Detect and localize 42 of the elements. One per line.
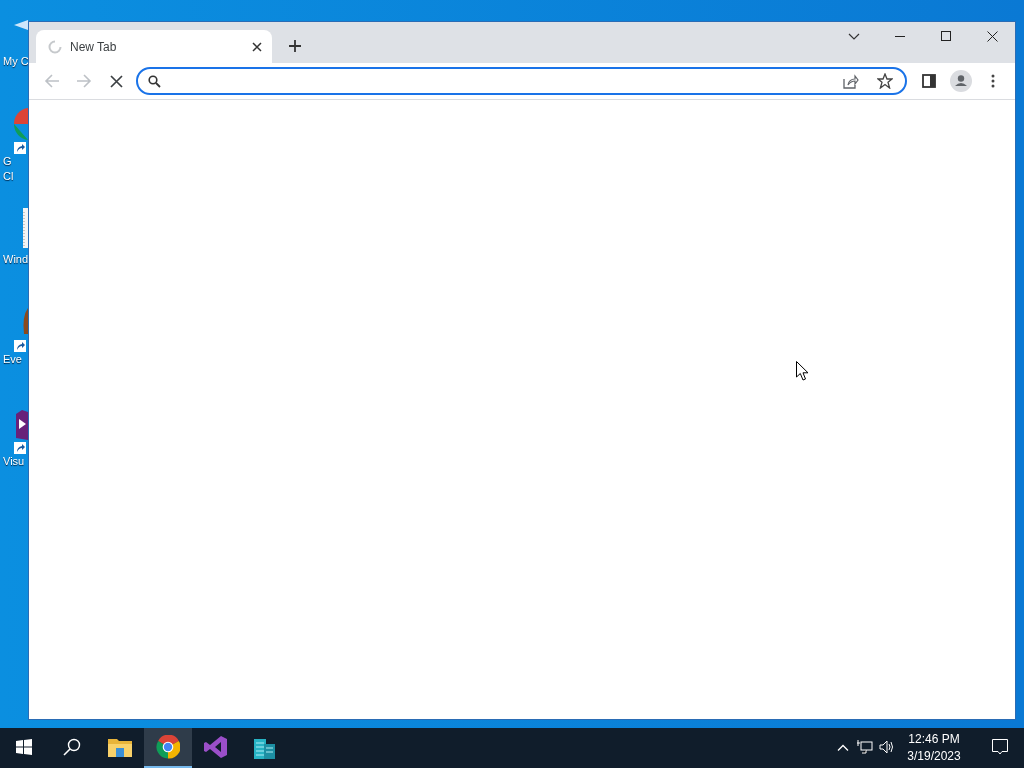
shortcut-arrow-icon bbox=[14, 442, 26, 454]
folder-icon bbox=[108, 737, 132, 757]
loading-spinner-icon bbox=[48, 39, 62, 54]
close-icon bbox=[109, 74, 123, 88]
forward-arrow-icon bbox=[76, 73, 92, 89]
search-icon bbox=[63, 738, 81, 756]
close-tab-button[interactable] bbox=[250, 39, 264, 54]
windows-logo-icon bbox=[16, 739, 32, 755]
network-icon bbox=[857, 739, 873, 755]
icon-label: G bbox=[2, 154, 12, 169]
clock[interactable]: 12:46 PM 3/19/2023 bbox=[898, 728, 970, 768]
chevron-down-icon bbox=[848, 32, 860, 40]
search-icon bbox=[148, 74, 161, 88]
close-icon bbox=[986, 30, 998, 42]
chrome-logo-icon bbox=[156, 735, 180, 759]
share-icon bbox=[843, 73, 859, 89]
icon-label: Visu bbox=[2, 454, 25, 469]
maximize-icon bbox=[941, 31, 951, 41]
close-icon bbox=[252, 41, 262, 52]
minimize-icon bbox=[895, 35, 905, 37]
visual-studio-icon bbox=[204, 735, 228, 759]
star-icon bbox=[877, 73, 893, 89]
shortcut-arrow-icon bbox=[14, 142, 26, 154]
plus-icon bbox=[289, 40, 301, 52]
kebab-menu-icon bbox=[991, 74, 995, 88]
speaker-icon bbox=[879, 740, 895, 754]
speech-bubble-icon bbox=[992, 739, 1008, 755]
mouse-pointer-icon bbox=[796, 361, 809, 381]
new-tab-button[interactable] bbox=[286, 37, 304, 55]
taskbar-app[interactable] bbox=[144, 728, 192, 768]
browser-tab[interactable]: New Tab bbox=[36, 30, 272, 63]
icon-label: My C bbox=[2, 54, 29, 69]
address-bar[interactable] bbox=[136, 67, 907, 95]
icon-label: Eve bbox=[2, 352, 22, 367]
chrome-logo-icon bbox=[14, 108, 28, 140]
side-panel-icon bbox=[922, 74, 936, 88]
chevron-up-icon bbox=[837, 743, 849, 751]
avatar-icon bbox=[950, 70, 972, 92]
icon-label: Wind bbox=[2, 252, 29, 267]
back-arrow-icon bbox=[44, 73, 60, 89]
icon-label: Cl bbox=[2, 169, 14, 184]
shortcut-arrow-icon bbox=[14, 340, 26, 352]
